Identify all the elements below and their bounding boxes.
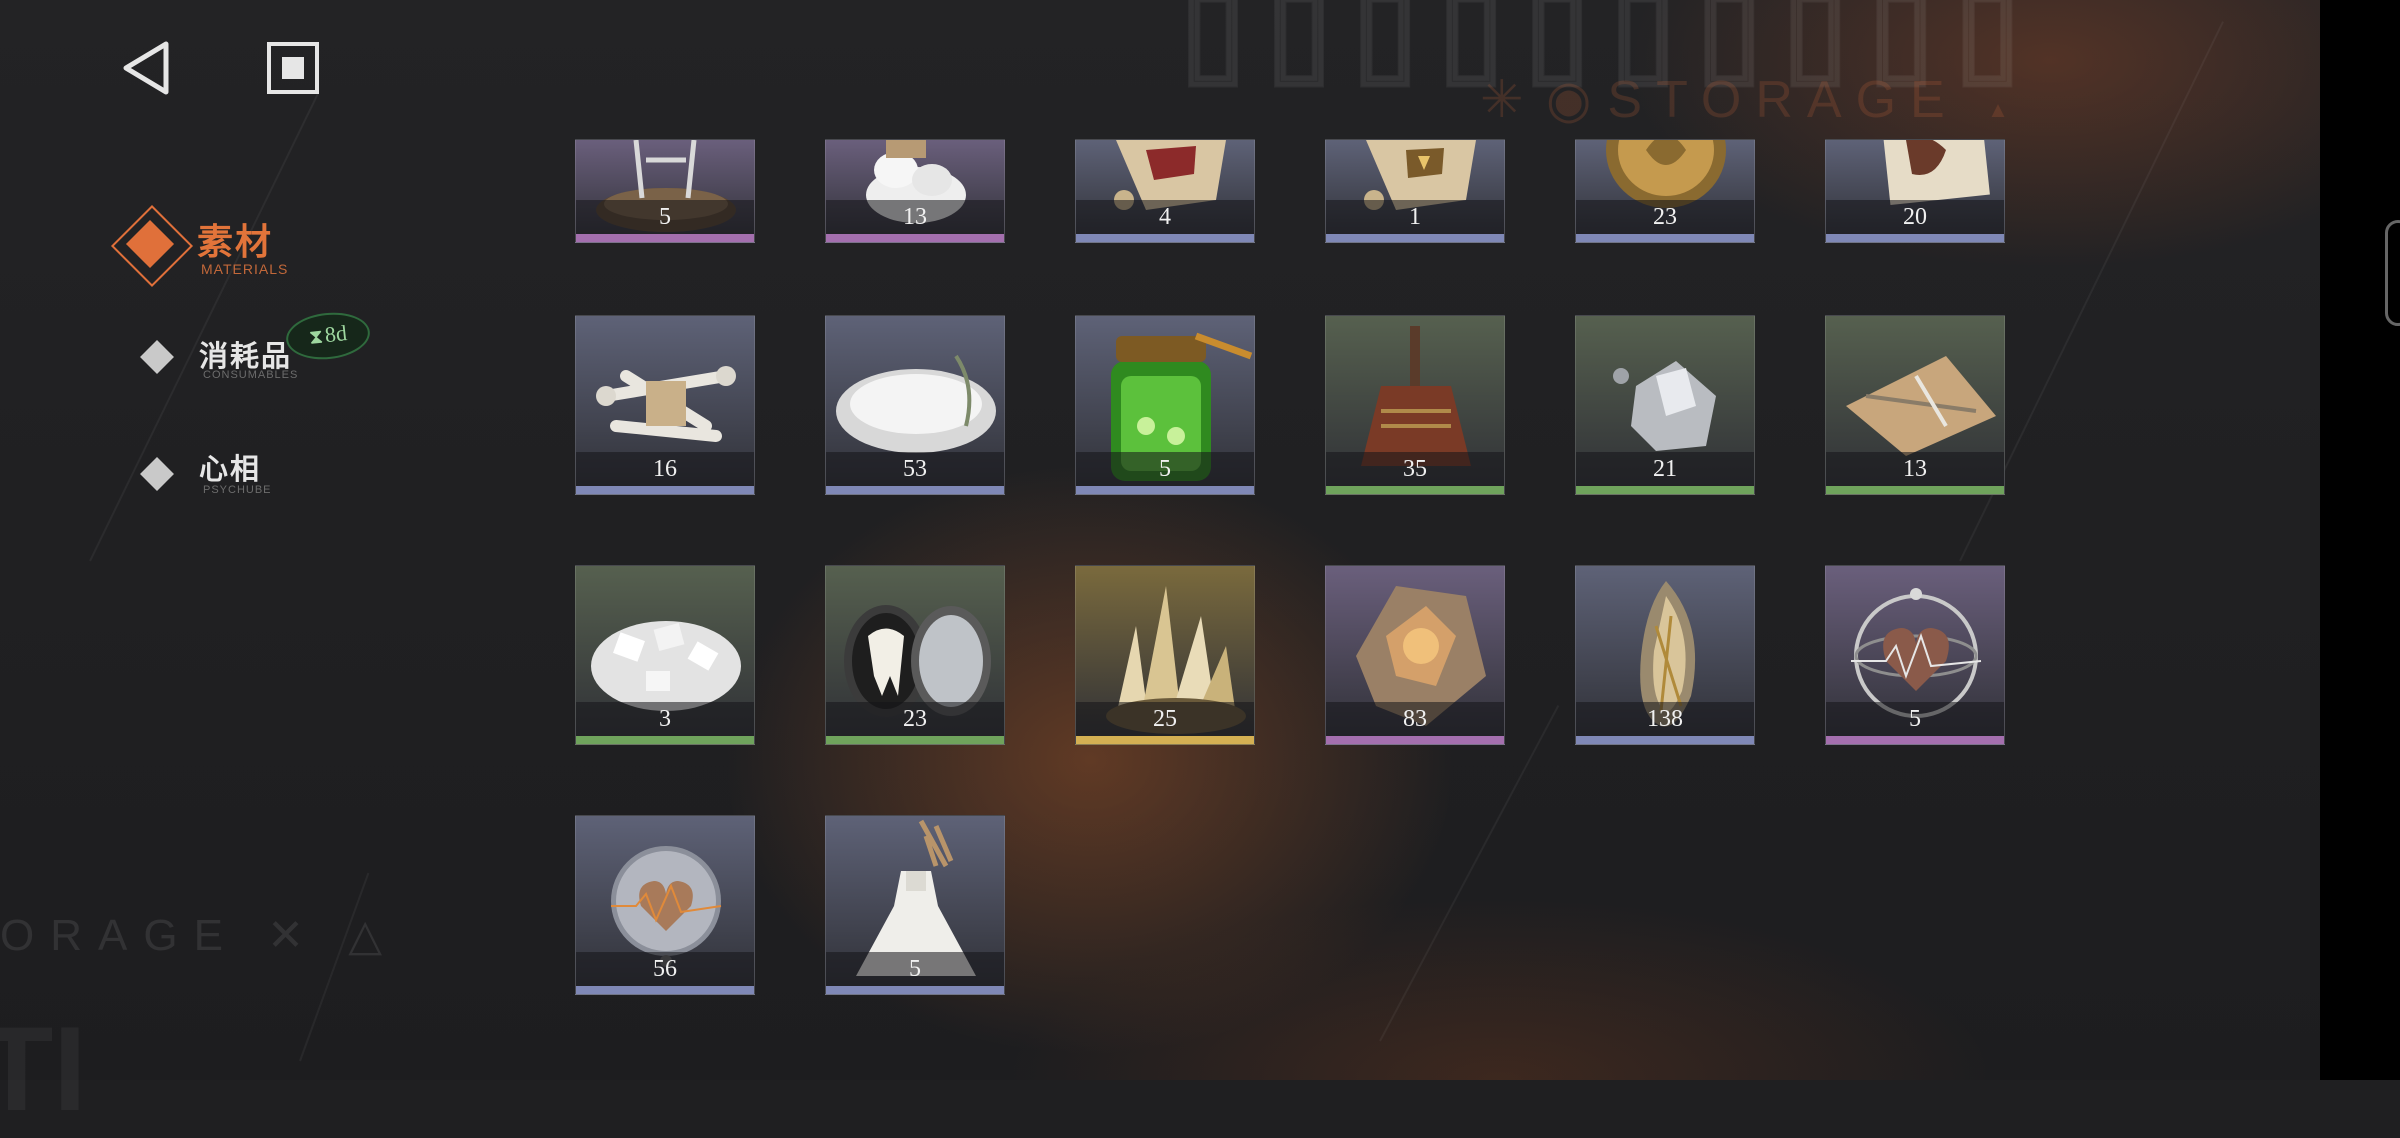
rarity-bar — [1326, 234, 1504, 242]
inventory-item[interactable]: 13 — [1825, 315, 2005, 495]
rarity-bar — [576, 486, 754, 494]
screen-edge-bar — [2320, 0, 2400, 1080]
diamond-icon — [140, 457, 174, 491]
inventory-item[interactable]: 4 — [1075, 139, 1255, 243]
inventory-item[interactable]: 3 — [575, 565, 755, 745]
storage-decor-title: ✳ ◉ STORAGE ▲ — [1480, 70, 2023, 130]
home-menu-button[interactable] — [265, 40, 321, 96]
stop-square-icon — [267, 42, 319, 94]
item-quantity: 53 — [903, 456, 927, 482]
inventory-item[interactable]: 25 — [1075, 565, 1255, 745]
rarity-bar — [1076, 234, 1254, 242]
rarity-bar — [1576, 736, 1754, 744]
storage-decor-left: ORAGE ✕ △ — [0, 911, 399, 960]
item-quantity: 21 — [1653, 456, 1677, 482]
rarity-bar — [826, 234, 1004, 242]
sidebar-item-sublabel: PSYCHUBE — [203, 484, 272, 496]
rarity-bar — [576, 234, 754, 242]
rarity-bar — [1076, 486, 1254, 494]
item-quantity: 5 — [659, 204, 671, 230]
item-quantity: 83 — [1403, 706, 1427, 732]
rarity-bar — [826, 736, 1004, 744]
rarity-bar — [1326, 736, 1504, 744]
rarity-bar — [1826, 234, 2004, 242]
diamond-icon — [140, 340, 174, 374]
decor-title-tail: ▲ — [1987, 97, 2023, 122]
item-quantity: 13 — [1903, 456, 1927, 482]
inventory-item[interactable]: 21 — [1575, 315, 1755, 495]
timer-text: 8d — [323, 320, 349, 348]
sidebar-item-psychube[interactable]: 心相 PSYCHUBE — [135, 440, 315, 500]
inventory-item[interactable]: 83 — [1325, 565, 1505, 745]
item-quantity: 5 — [909, 956, 921, 982]
item-quantity: 16 — [653, 456, 677, 482]
item-quantity: 56 — [653, 956, 677, 982]
back-button[interactable] — [120, 40, 174, 96]
rarity-bar — [826, 986, 1004, 994]
item-quantity: 5 — [1159, 456, 1171, 482]
rarity-bar — [1076, 736, 1254, 744]
sidebar-item-label: 素材 — [197, 222, 274, 262]
rarity-bar — [826, 486, 1004, 494]
rarity-bar — [576, 986, 754, 994]
sidebar-item-label: 心相 — [199, 454, 262, 486]
item-quantity: 138 — [1647, 706, 1683, 732]
storage-decor-left-big: TI — [0, 1002, 87, 1136]
inventory-item[interactable]: 5 — [825, 815, 1005, 995]
rarity-bar — [1576, 234, 1754, 242]
rarity-bar — [1826, 486, 2004, 494]
rarity-bar — [576, 736, 754, 744]
item-quantity: 25 — [1153, 706, 1177, 732]
inventory-item[interactable]: 23 — [1575, 139, 1755, 243]
item-quantity: 4 — [1159, 204, 1171, 230]
decor-symbols: ✳ ◉ — [1480, 71, 1596, 129]
inventory-item[interactable]: 23 — [825, 565, 1005, 745]
item-quantity: 1 — [1409, 204, 1421, 230]
item-quantity: 23 — [1653, 204, 1677, 230]
inventory-item[interactable]: 53 — [825, 315, 1005, 495]
item-quantity: 13 — [903, 204, 927, 230]
inventory-item[interactable]: 13 — [825, 139, 1005, 243]
rarity-bar — [1576, 486, 1754, 494]
rarity-bar — [1826, 736, 2004, 744]
inventory-item[interactable]: 20 — [1825, 139, 2005, 243]
back-triangle-icon — [123, 41, 169, 95]
inventory-item[interactable]: 138 — [1575, 565, 1755, 745]
sidebar-item-sublabel: MATERIALS — [201, 261, 289, 277]
item-quantity: 35 — [1403, 456, 1427, 482]
inventory-item[interactable]: 5 — [1075, 315, 1255, 495]
sidebar-item-materials[interactable]: 素材 MATERIALS — [110, 204, 315, 288]
inventory-item[interactable]: 35 — [1325, 315, 1505, 495]
decor-title-text: STORAGE — [1607, 71, 1959, 129]
inventory-item[interactable]: 16 — [575, 315, 755, 495]
item-quantity: 3 — [659, 706, 671, 732]
hourglass-icon: ⧗ — [307, 325, 325, 349]
sidebar-item-sublabel: CONSUMABLES — [203, 369, 299, 381]
item-quantity: 20 — [1903, 204, 1927, 230]
item-quantity: 23 — [903, 706, 927, 732]
item-quantity: 5 — [1909, 706, 1921, 732]
inventory-item[interactable]: 56 — [575, 815, 755, 995]
inventory-item[interactable]: 5 — [575, 139, 755, 243]
inventory-item[interactable]: 1 — [1325, 139, 1505, 243]
edge-pull-tab[interactable] — [2385, 220, 2400, 326]
inventory-item[interactable]: 5 — [1825, 565, 2005, 745]
rarity-bar — [1326, 486, 1504, 494]
